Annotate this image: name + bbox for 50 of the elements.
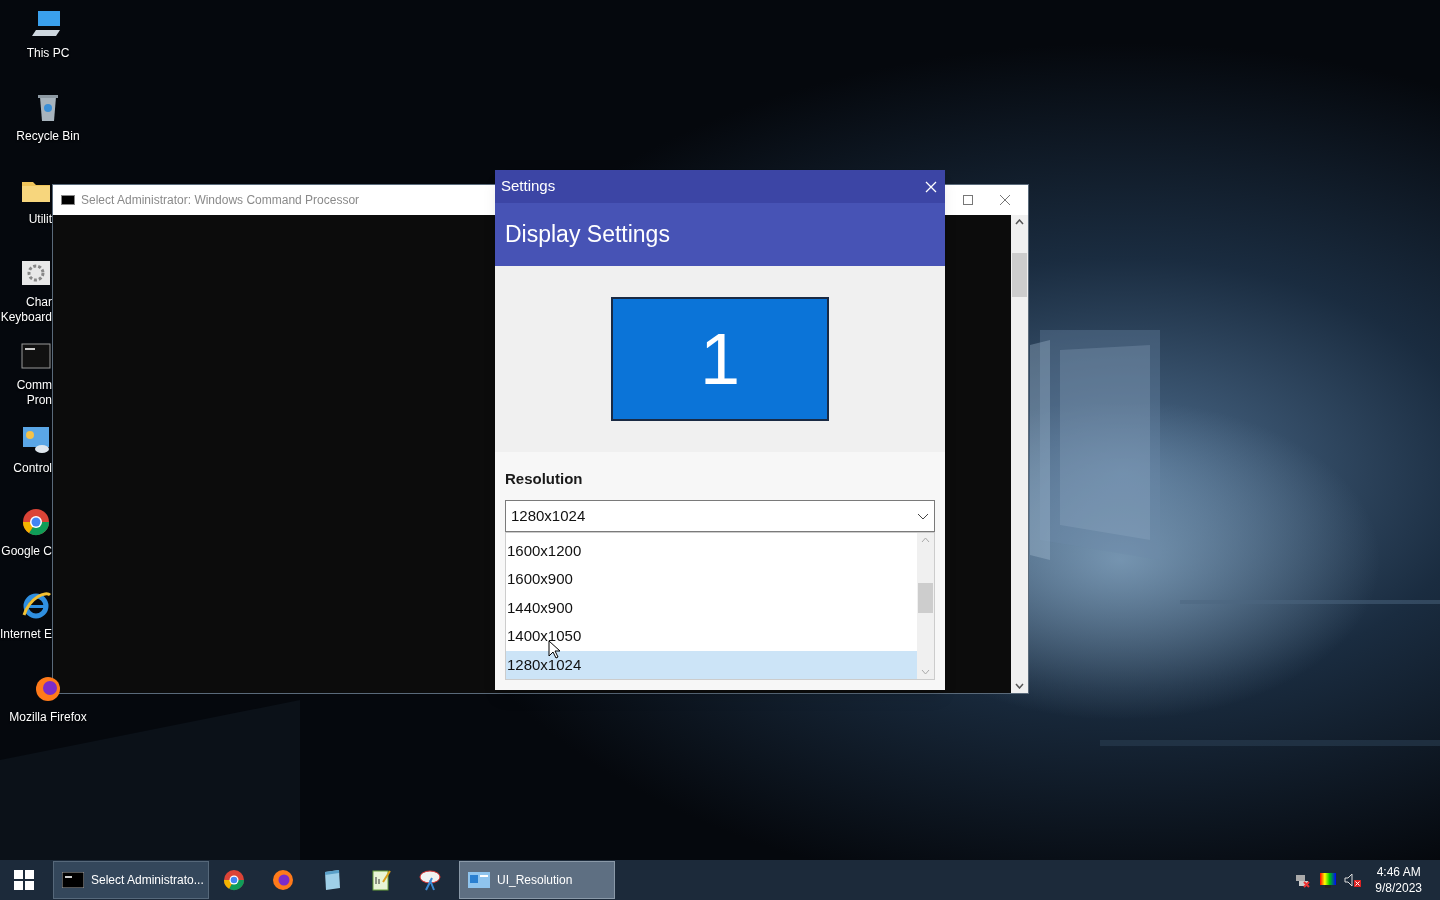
app-window-icon — [468, 872, 490, 888]
icon-label[interactable]: Pron — [26, 393, 52, 408]
network-icon[interactable] — [1294, 872, 1311, 888]
list-option[interactable]: 1400x1050 — [506, 622, 917, 651]
list-option[interactable]: 1280x1024 — [506, 650, 917, 680]
close-icon — [999, 194, 1011, 206]
icon-label[interactable]: Recycle Bin — [16, 129, 80, 144]
maximize-icon — [963, 195, 973, 205]
window-title: Settings — [501, 176, 557, 197]
monitor-icon[interactable] — [1320, 872, 1337, 888]
icon-label[interactable]: Internet E — [0, 627, 52, 642]
monitor-tile[interactable]: 1 — [611, 297, 829, 421]
clock-date[interactable]: 9/8/2023 — [1375, 880, 1422, 896]
section-label: Resolution — [505, 469, 584, 488]
clock-time[interactable]: 4:46 AM — [1376, 864, 1421, 880]
tiles-icon — [14, 870, 34, 890]
icon-label[interactable]: Google C — [1, 544, 52, 559]
icon-label[interactable]: Mozilla Firefox — [9, 710, 87, 725]
icon-label[interactable]: This PC — [26, 46, 70, 61]
taskbar-button[interactable]: Select Administrato... — [53, 861, 209, 899]
scrollbar[interactable] — [917, 533, 934, 679]
fox-icon[interactable] — [270, 868, 295, 892]
browser-icon[interactable] — [20, 506, 52, 538]
page-heading: Display Settings — [505, 220, 670, 250]
icon-label[interactable]: Control — [13, 461, 52, 476]
browser-icon[interactable] — [221, 868, 246, 892]
taskbar-button[interactable]: UI_Resolution — [459, 861, 615, 899]
icon-label[interactable]: Utilit — [28, 212, 52, 227]
icon-label[interactable]: Keyboard — [0, 310, 52, 325]
list-option[interactable]: 1600x1200 — [506, 537, 917, 566]
options-list[interactable]: 1600x1200 1600x900 1440x900 1400x1050 1280x1024 — [505, 532, 935, 680]
terminal-icon[interactable] — [20, 340, 52, 372]
browser-icon[interactable] — [20, 589, 52, 621]
chevron-down-icon — [917, 512, 929, 520]
terminal-icon — [62, 872, 84, 888]
close-icon — [925, 180, 937, 193]
icon-label[interactable]: Char — [26, 295, 52, 310]
scroll-up-icon[interactable] — [1015, 219, 1024, 225]
scrollbar[interactable] — [1011, 215, 1028, 693]
terminal-icon — [61, 195, 75, 205]
icon-label[interactable]: Comm — [16, 378, 52, 393]
speaker-muted-icon[interactable] — [1344, 873, 1362, 887]
scrollbar-thumb[interactable] — [1012, 253, 1027, 297]
list-option[interactable]: 1600x900 — [506, 565, 917, 594]
cursor-icon — [548, 640, 560, 659]
scrollbar-thumb[interactable] — [918, 583, 933, 613]
window-title: Select Administrator: Windows Command Processor — [81, 192, 360, 209]
resolution-dropdown[interactable]: 1280x1024 — [505, 500, 935, 532]
scroll-down-icon[interactable] — [1015, 683, 1024, 689]
list-option[interactable]: 1440x900 — [506, 593, 917, 623]
